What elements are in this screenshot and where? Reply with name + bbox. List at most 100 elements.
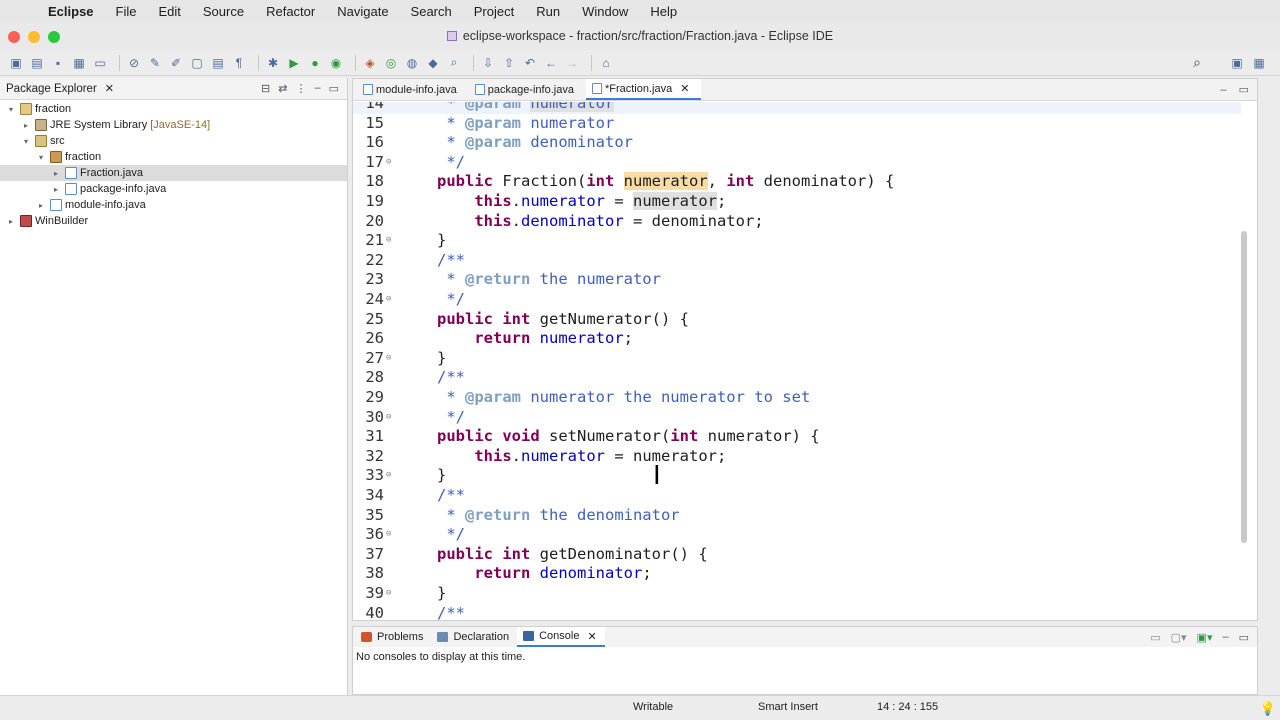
tree-item[interactable]: ▾ src	[0, 133, 347, 149]
menu-edit[interactable]: Edit	[158, 4, 180, 19]
tree-item[interactable]: ▸ Fraction.java	[0, 165, 347, 181]
close-tab-icon[interactable]: ✕	[680, 82, 689, 95]
tree-item[interactable]: ▾ fraction	[0, 149, 347, 165]
java-perspective-icon[interactable]: ▦	[1251, 55, 1267, 71]
external-tools-icon[interactable]: ◉	[328, 55, 344, 71]
zoom-window-button[interactable]	[48, 31, 60, 43]
chevron-right-icon[interactable]: ▸	[21, 121, 31, 130]
run-icon[interactable]: ▶	[286, 55, 302, 71]
code-line[interactable]: 23 * @return the numerator	[353, 270, 1241, 290]
maximize-icon[interactable]: ▭	[1239, 631, 1249, 644]
view-menu-icon[interactable]: ⋮	[295, 82, 306, 95]
open-console-icon[interactable]: ▣▾	[1197, 631, 1213, 644]
minimize-icon[interactable]: –	[1222, 631, 1228, 643]
code-line[interactable]: 25 public int getNumerator() {	[353, 310, 1241, 330]
close-window-button[interactable]	[8, 31, 20, 43]
fold-toggle-icon[interactable]: ⊖	[386, 408, 391, 428]
tree-item[interactable]: ▸ package-info.java	[0, 181, 347, 197]
link-with-editor-icon[interactable]: ⇄	[278, 82, 287, 95]
next-annotation-icon[interactable]: ⇩	[480, 55, 496, 71]
menu-help[interactable]: Help	[650, 4, 677, 19]
show-whitespace-icon[interactable]: ¶	[231, 55, 247, 71]
tree-item[interactable]: ▸ JRE System Library [JavaSE-14]	[0, 117, 347, 133]
new-icon[interactable]: ▣	[8, 55, 24, 71]
chevron-down-icon[interactable]: ▾	[36, 153, 46, 162]
tree-item[interactable]: ▸ WinBuilder	[0, 213, 347, 229]
menu-app-eclipse[interactable]: Eclipse	[48, 4, 94, 19]
code-line[interactable]: 35 * @return the denominator	[353, 506, 1241, 526]
fold-toggle-icon[interactable]: ⊖	[386, 525, 391, 545]
chevron-right-icon[interactable]: ▸	[51, 169, 61, 178]
menu-refactor[interactable]: Refactor	[266, 4, 315, 19]
pin-editor-icon[interactable]: ⌂	[598, 55, 614, 71]
terminal-icon[interactable]: ▭	[92, 55, 108, 71]
code-line[interactable]: 14 * @param numerator	[353, 102, 1241, 114]
menu-source[interactable]: Source	[203, 4, 244, 19]
menu-file[interactable]: File	[116, 4, 137, 19]
menu-window[interactable]: Window	[582, 4, 628, 19]
code-line[interactable]: 29 * @param numerator the numerator to s…	[353, 388, 1241, 408]
code-line[interactable]: 37 public int getDenominator() {	[353, 545, 1241, 565]
code-area[interactable]: 14 * @param numerator 15 * @param numerat…	[353, 102, 1241, 620]
save-icon[interactable]: ▪	[50, 55, 66, 71]
menu-search[interactable]: Search	[411, 4, 452, 19]
code-line[interactable]: 27 ⊖}	[353, 349, 1241, 369]
minimize-icon[interactable]: –	[314, 82, 320, 95]
tip-lightbulb-icon[interactable]: 💡	[1260, 701, 1276, 717]
debug-icon[interactable]: ✱	[265, 55, 281, 71]
fold-toggle-icon[interactable]: ⊖	[386, 349, 391, 369]
maximize-icon[interactable]: ▭	[329, 82, 339, 95]
menu-project[interactable]: Project	[474, 4, 514, 19]
highlight-icon[interactable]: ✐	[168, 55, 184, 71]
fold-toggle-icon[interactable]: ⊖	[386, 466, 391, 486]
code-line[interactable]: 33 ⊖}	[353, 466, 1241, 486]
code-line[interactable]: 28 /**	[353, 368, 1241, 388]
open-icon[interactable]: ▤	[29, 55, 45, 71]
fold-toggle-icon[interactable]: ⊖	[386, 290, 391, 310]
previous-annotation-icon[interactable]: ⇧	[501, 55, 517, 71]
close-tab-icon[interactable]: ✕	[587, 630, 596, 643]
code-line[interactable]: 18 public Fraction(int numerator, int den…	[353, 172, 1241, 192]
tree-item[interactable]: ▾ fraction	[0, 101, 347, 117]
chevron-down-icon[interactable]: ▾	[6, 105, 16, 114]
coverage-icon[interactable]: ●	[307, 55, 323, 71]
chevron-right-icon[interactable]: ▸	[51, 185, 61, 194]
last-edit-location-icon[interactable]: ↶	[522, 55, 538, 71]
open-perspective-icon[interactable]: ▣	[1229, 55, 1245, 71]
maximize-icon[interactable]: ▭	[1239, 83, 1249, 96]
code-line[interactable]: 40 /**	[353, 604, 1241, 620]
code-line[interactable]: 38 return denominator;	[353, 564, 1241, 584]
collapse-all-icon[interactable]: ⊟	[261, 82, 270, 95]
forward-icon[interactable]: →	[564, 55, 580, 71]
search-icon[interactable]: ⌕	[1189, 54, 1205, 71]
code-line[interactable]: 21 ⊖}	[353, 231, 1241, 251]
tab-console[interactable]: Console ✕	[517, 627, 605, 647]
package-explorer-title[interactable]: Package Explorer	[6, 83, 97, 95]
fold-toggle-icon[interactable]: ⊖	[386, 231, 391, 251]
toggle-mark-occurrences-icon[interactable]: ✎	[147, 55, 163, 71]
back-icon[interactable]: ←	[543, 55, 559, 71]
minimize-window-button[interactable]	[28, 31, 40, 43]
new-java-project-icon[interactable]: ◈	[362, 55, 378, 71]
code-line[interactable]: 34 /**	[353, 486, 1241, 506]
code-line[interactable]: 36 ⊖ */	[353, 525, 1241, 545]
block-selection-icon[interactable]: ▢	[189, 55, 205, 71]
tab-declaration[interactable]: Declaration	[431, 627, 517, 647]
chevron-right-icon[interactable]: ▸	[6, 217, 16, 226]
word-wrap-icon[interactable]: ▤	[210, 55, 226, 71]
search-tool-icon[interactable]: ⌕	[446, 55, 462, 71]
skip-breakpoints-icon[interactable]: ⊘	[126, 55, 142, 71]
code-line[interactable]: 20 this.denominator = denominator;	[353, 212, 1241, 232]
code-line[interactable]: 30 ⊖ */	[353, 408, 1241, 428]
open-type-icon[interactable]: ◆	[425, 55, 441, 71]
code-line[interactable]: 22 /**	[353, 251, 1241, 271]
close-icon[interactable]: ✕	[105, 82, 114, 95]
code-line[interactable]: 32 this.numerator = numerator;	[353, 447, 1241, 467]
fold-toggle-icon[interactable]: ⊖	[386, 153, 391, 173]
menu-navigate[interactable]: Navigate	[337, 4, 388, 19]
display-console-icon[interactable]: ▢▾	[1171, 631, 1187, 644]
chevron-right-icon[interactable]: ▸	[36, 201, 46, 210]
save-all-icon[interactable]: ▦	[71, 55, 87, 71]
tab-module-info[interactable]: module-info.java	[357, 79, 469, 100]
minimize-icon[interactable]: –	[1220, 84, 1226, 96]
